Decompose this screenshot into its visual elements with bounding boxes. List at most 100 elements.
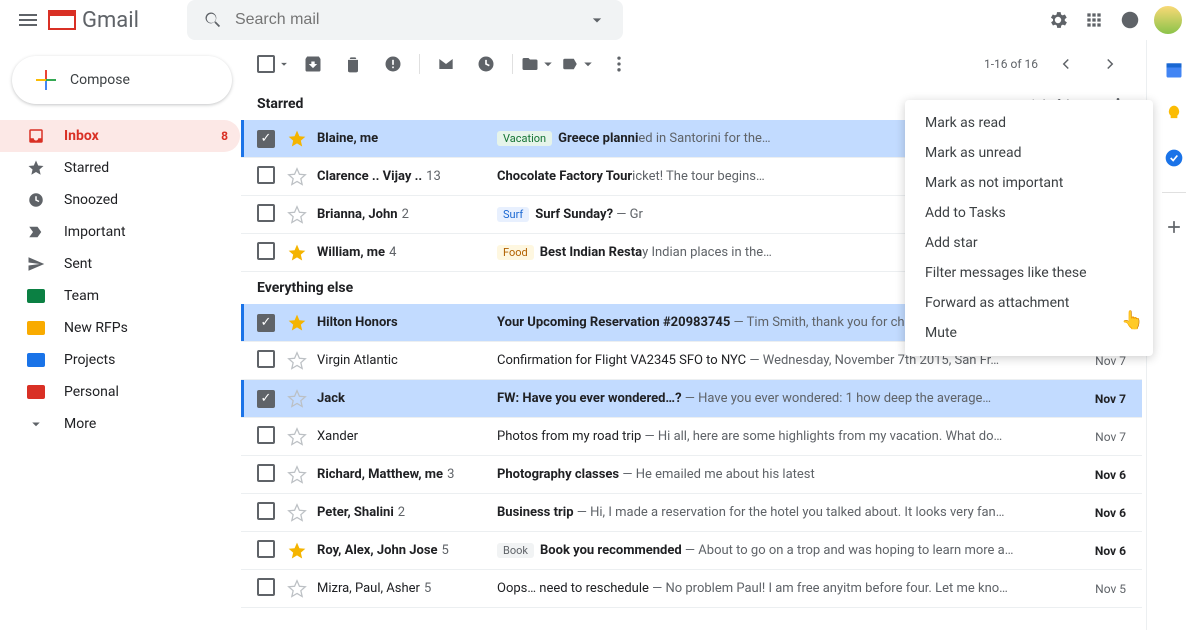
page-counter: 1-16 of 16 <box>984 57 1038 71</box>
menu-icon[interactable] <box>16 8 40 32</box>
menu-item-mark-as-read[interactable]: Mark as read <box>905 108 1153 138</box>
sidebar-item-important[interactable]: Important <box>0 216 240 248</box>
sidebar-item-label: Team <box>64 288 99 304</box>
row-checkbox[interactable] <box>257 242 277 264</box>
plus-icon <box>34 68 58 92</box>
clock-icon <box>26 190 46 210</box>
sidebar-item-starred[interactable]: Starred <box>0 152 240 184</box>
settings-icon[interactable] <box>1044 6 1072 34</box>
sidebar-item-label: Inbox <box>64 128 99 144</box>
row-checkbox[interactable] <box>257 502 277 524</box>
labels-icon[interactable] <box>561 46 597 82</box>
row-checkbox[interactable] <box>257 166 277 188</box>
menu-item-forward-as-attachment[interactable]: Forward as attachment <box>905 288 1153 318</box>
menu-item-mute[interactable]: Mute <box>905 318 1153 348</box>
row-subject: Photos from my road trip — Hi all, here … <box>497 429 1060 444</box>
mark-unread-icon[interactable] <box>428 46 464 82</box>
more-icon[interactable] <box>601 46 637 82</box>
star-icon[interactable] <box>287 541 307 561</box>
snooze-icon[interactable] <box>468 46 504 82</box>
email-row[interactable]: Richard, Matthew, me3Photography classes… <box>241 456 1142 494</box>
star-icon[interactable] <box>287 427 307 447</box>
search-input[interactable] <box>235 11 576 29</box>
sidebar-item-more[interactable]: More <box>0 408 240 440</box>
select-all[interactable] <box>257 55 291 73</box>
row-checkbox[interactable] <box>257 426 277 448</box>
row-checkbox[interactable] <box>257 540 277 562</box>
star-icon[interactable] <box>287 465 307 485</box>
move-to-icon[interactable] <box>521 46 557 82</box>
row-checkbox[interactable]: ✓ <box>257 390 277 408</box>
email-row[interactable]: Mizra, Paul, Asher5Oops… need to resched… <box>241 570 1142 608</box>
tag-icon <box>26 382 46 402</box>
sidebar-item-label: Sent <box>64 256 92 272</box>
menu-item-mark-as-unread[interactable]: Mark as unread <box>905 138 1153 168</box>
star-icon[interactable] <box>287 243 307 263</box>
email-row[interactable]: Roy, Alex, John Jose5BookBook you recomm… <box>241 532 1142 570</box>
search-bar[interactable] <box>187 0 624 40</box>
gmail-icon <box>48 10 76 30</box>
row-date: Nov 5 <box>1070 582 1126 596</box>
sidebar-item-team[interactable]: Team <box>0 280 240 312</box>
select-all-checkbox[interactable] <box>257 55 275 73</box>
apps-icon[interactable] <box>1080 6 1108 34</box>
star-icon[interactable] <box>287 351 307 371</box>
prev-page[interactable] <box>1050 48 1082 80</box>
star-icon[interactable] <box>287 167 307 187</box>
tasks-icon[interactable] <box>1164 148 1184 168</box>
archive-icon[interactable] <box>295 46 331 82</box>
sidebar-item-inbox[interactable]: Inbox8 <box>0 120 240 152</box>
notifications-icon[interactable] <box>1116 6 1144 34</box>
row-checkbox[interactable] <box>257 350 277 372</box>
label-chip[interactable]: Surf <box>497 207 529 222</box>
delete-icon[interactable] <box>335 46 371 82</box>
sidebar-item-label: Important <box>64 224 126 240</box>
compose-button[interactable]: Compose <box>12 56 232 104</box>
star-icon <box>26 158 46 178</box>
main-pane: 1-16 of 16 Starred1-4 of 4✓Blaine, meVac… <box>240 40 1146 630</box>
star-icon[interactable] <box>287 503 307 523</box>
star-icon[interactable] <box>287 313 307 333</box>
menu-item-filter-messages-like-these[interactable]: Filter messages like these <box>905 258 1153 288</box>
search-icon <box>203 10 223 30</box>
calendar-icon[interactable] <box>1164 60 1184 80</box>
inbox-icon <box>26 126 46 146</box>
star-icon[interactable] <box>287 389 307 409</box>
sidebar-item-snoozed[interactable]: Snoozed <box>0 184 240 216</box>
row-date: Nov 6 <box>1070 544 1126 558</box>
label-chip[interactable]: Food <box>497 245 534 260</box>
star-icon[interactable] <box>287 205 307 225</box>
row-sender: Mizra, Paul, Asher5 <box>317 581 487 596</box>
sidebar-item-label: Starred <box>64 160 109 176</box>
sidebar-item-personal[interactable]: Personal <box>0 376 240 408</box>
sidebar-item-projects[interactable]: Projects <box>0 344 240 376</box>
add-icon[interactable] <box>1164 217 1184 237</box>
menu-item-mark-as-not-important[interactable]: Mark as not important <box>905 168 1153 198</box>
email-row[interactable]: XanderPhotos from my road trip — Hi all,… <box>241 418 1142 456</box>
row-subject: BookBook you recommended — About to go o… <box>497 543 1060 558</box>
chevron-down-icon[interactable] <box>277 57 291 71</box>
sidebar: Compose Inbox8 Starred Snoozed Important Sen… <box>0 40 240 630</box>
email-row[interactable]: ✓JackFW: Have you ever wondered…? — Have… <box>241 380 1142 418</box>
row-checkbox[interactable] <box>257 204 277 226</box>
next-page[interactable] <box>1094 48 1126 80</box>
menu-item-add-star[interactable]: Add star <box>905 228 1153 258</box>
sidebar-item-sent[interactable]: Sent <box>0 248 240 280</box>
label-chip[interactable]: Vacation <box>497 131 552 146</box>
row-checkbox[interactable] <box>257 464 277 486</box>
avatar[interactable] <box>1152 4 1184 36</box>
email-row[interactable]: Peter, Shalini2Business trip — Hi, I mad… <box>241 494 1142 532</box>
row-checkbox[interactable]: ✓ <box>257 314 277 332</box>
star-icon[interactable] <box>287 129 307 149</box>
search-options-icon[interactable] <box>587 10 607 30</box>
row-checkbox[interactable]: ✓ <box>257 130 277 148</box>
sidebar-item-new-rfps[interactable]: New RFPs <box>0 312 240 344</box>
menu-item-add-to-tasks[interactable]: Add to Tasks <box>905 198 1153 228</box>
label-chip[interactable]: Book <box>497 543 534 558</box>
important-icon <box>26 222 46 242</box>
row-subject: FW: Have you ever wondered…? — Have you … <box>497 391 1060 406</box>
keep-icon[interactable] <box>1164 104 1184 124</box>
row-checkbox[interactable] <box>257 578 277 600</box>
spam-icon[interactable] <box>375 46 411 82</box>
star-icon[interactable] <box>287 579 307 599</box>
